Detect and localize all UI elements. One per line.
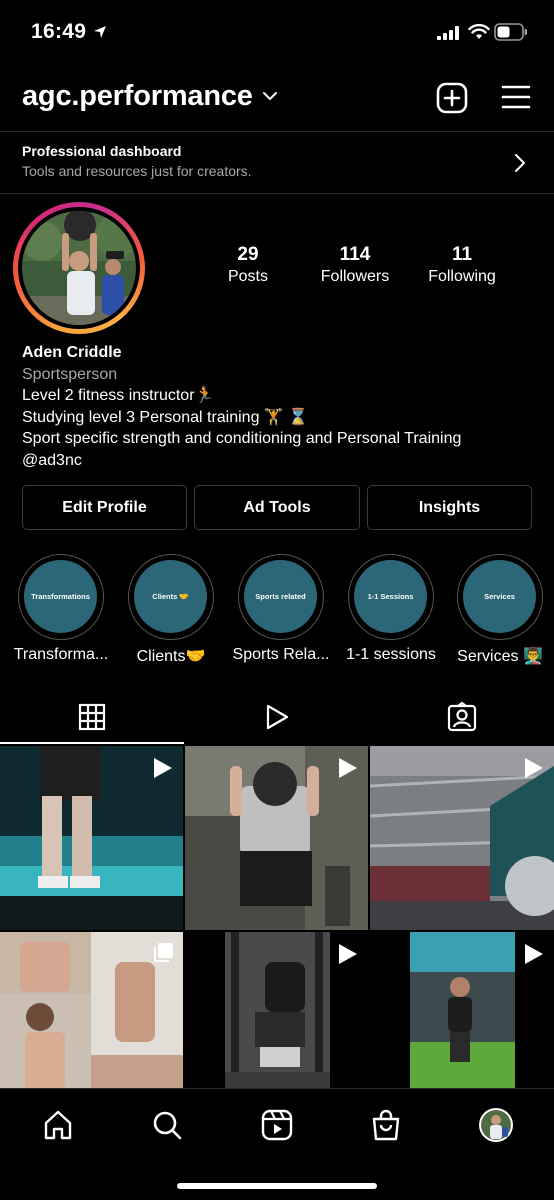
grid-icon — [78, 703, 106, 731]
reel-play-icon — [525, 758, 543, 778]
bio-mention-link[interactable]: @ad3nc — [22, 450, 542, 472]
profile-avatar-icon — [479, 1108, 513, 1142]
tab-reels[interactable] — [185, 690, 369, 744]
post-thumbnail[interactable] — [0, 746, 183, 930]
post-thumbnail[interactable] — [370, 746, 554, 930]
battery-icon — [494, 23, 527, 41]
bio-line: Studying level 3 Personal training 🏋 ⌛ — [22, 408, 309, 426]
dashboard-subtitle: Tools and resources just for creators. — [22, 163, 252, 179]
highlight-cover: 1-1 Sessions — [354, 560, 427, 633]
story-highlight[interactable]: Services Services 👨‍🏫 — [455, 554, 545, 665]
stat-label: Posts — [227, 268, 268, 285]
ad-tools-button[interactable]: Ad Tools — [194, 485, 360, 530]
avatar-photo — [22, 211, 136, 325]
nav-home[interactable] — [38, 1105, 78, 1145]
story-highlight[interactable]: 1-1 Sessions 1-1 sessions — [346, 554, 436, 663]
stat-posts[interactable]: 29 Posts — [193, 244, 303, 286]
home-icon — [44, 1110, 72, 1140]
post-thumbnail[interactable] — [185, 932, 368, 1090]
location-arrow-icon — [94, 26, 106, 38]
highlight-label: Services 👨‍🏫 — [457, 648, 543, 665]
username-switcher[interactable]: agc.performance — [22, 80, 253, 113]
divider — [0, 193, 554, 194]
divider — [0, 131, 554, 132]
post-thumbnail[interactable] — [370, 932, 554, 1090]
highlight-cover: Clients 🤝 — [134, 560, 207, 633]
reel-play-icon — [339, 758, 357, 778]
stat-label: Followers — [320, 268, 390, 285]
profile-tabs — [0, 690, 554, 744]
edit-profile-button[interactable]: Edit Profile — [22, 485, 187, 530]
bio-line: Sport specific strength and conditioning… — [22, 430, 462, 447]
profile-bio: Aden Criddle Sportsperson Level 2 fitnes… — [22, 342, 542, 471]
tagged-icon — [447, 702, 477, 732]
shop-bag-icon — [372, 1109, 400, 1141]
reel-play-icon — [525, 944, 543, 964]
nav-search[interactable] — [147, 1105, 187, 1145]
display-name: Aden Criddle — [22, 344, 122, 361]
nav-reels[interactable] — [257, 1105, 297, 1145]
posts-grid — [0, 746, 554, 1090]
chevron-right-icon — [515, 154, 525, 172]
stat-value: 11 — [451, 244, 473, 265]
status-bar: 16:49 — [0, 0, 554, 66]
dashboard-title: Professional dashboard — [22, 143, 182, 159]
tab-posts-grid[interactable] — [0, 690, 184, 744]
insights-button[interactable]: Insights — [367, 485, 532, 530]
professional-dashboard-link[interactable]: Professional dashboard Tools and resourc… — [0, 133, 554, 193]
status-time: 16:49 — [31, 20, 87, 43]
tab-tagged[interactable] — [370, 690, 554, 744]
stat-value: 114 — [339, 244, 371, 265]
reel-play-icon — [154, 758, 172, 778]
carousel-icon — [154, 943, 173, 962]
profile-category: Sportsperson — [22, 365, 118, 383]
hamburger-menu-icon[interactable] — [501, 84, 531, 110]
profile-avatar[interactable] — [13, 202, 145, 334]
cellular-signal-icon — [437, 26, 459, 40]
profile-header: agc.performance — [0, 66, 554, 132]
stat-following[interactable]: 11 Following — [407, 244, 517, 286]
stat-label: Following — [428, 268, 496, 285]
story-highlight[interactable]: Transformations Transforma... — [14, 554, 108, 663]
home-indicator — [177, 1183, 377, 1189]
reels-icon — [266, 704, 289, 730]
post-thumbnail[interactable] — [185, 746, 368, 930]
nav-profile[interactable] — [476, 1105, 516, 1145]
bio-line: Level 2 fitness instructor🏃 — [22, 387, 215, 404]
stat-value: 29 — [237, 244, 259, 265]
active-tab-indicator — [0, 742, 184, 744]
wifi-icon — [468, 24, 490, 39]
highlight-cover: Services — [463, 560, 536, 633]
highlight-cover: Sports related — [244, 560, 317, 633]
story-highlight[interactable]: Clients 🤝 Clients🤝 — [126, 554, 216, 665]
highlight-cover: Transformations — [24, 560, 97, 633]
search-icon — [153, 1111, 182, 1140]
create-post-icon[interactable] — [436, 82, 468, 114]
chevron-down-icon[interactable] — [262, 90, 278, 102]
reels-icon — [261, 1109, 293, 1141]
reel-play-icon — [339, 944, 357, 964]
story-highlight[interactable]: Sports related Sports Rela... — [233, 554, 329, 663]
stat-followers[interactable]: 114 Followers — [300, 244, 410, 286]
nav-shop[interactable] — [366, 1105, 406, 1145]
post-thumbnail[interactable] — [0, 932, 183, 1090]
